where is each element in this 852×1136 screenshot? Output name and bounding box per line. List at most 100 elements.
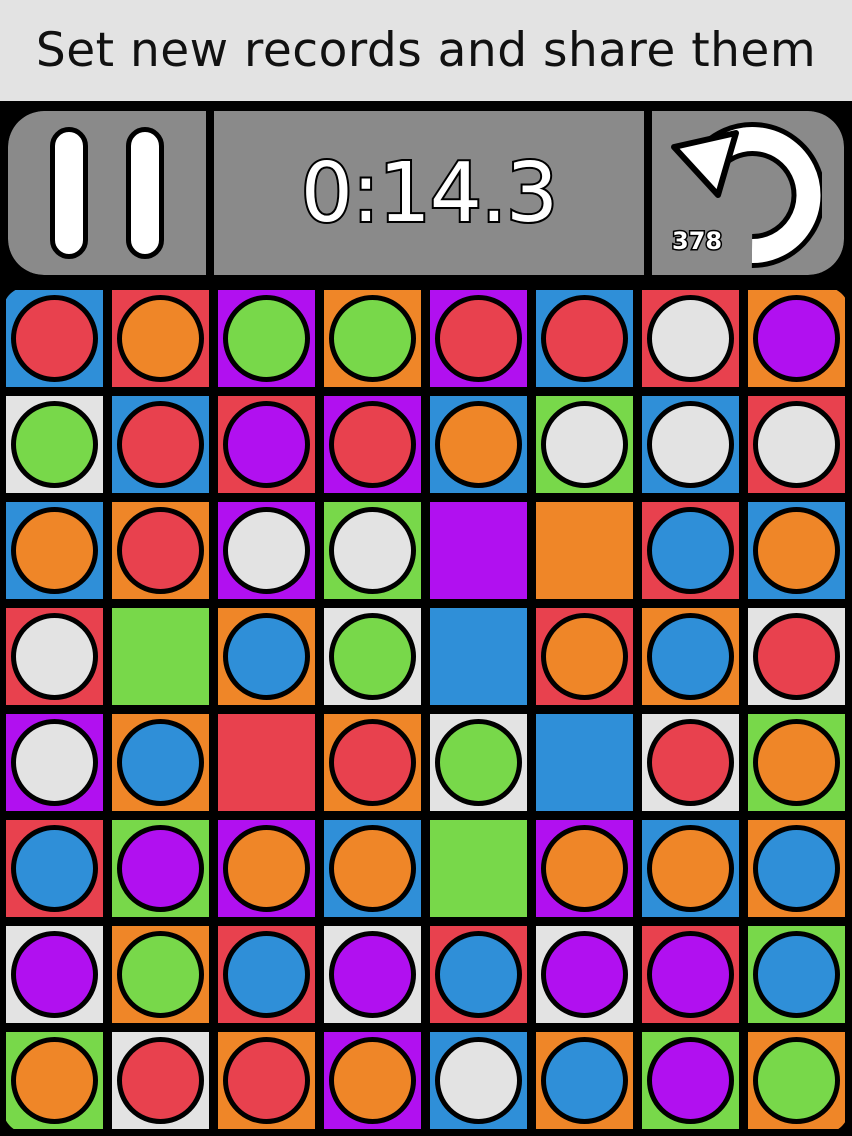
board-cell[interactable] <box>748 608 845 705</box>
orb-piece[interactable] <box>435 719 522 806</box>
orb-piece[interactable] <box>11 613 98 700</box>
orb-piece[interactable] <box>329 931 416 1018</box>
board-cell[interactable] <box>748 1032 845 1129</box>
orb-piece[interactable] <box>647 295 734 382</box>
board-cell[interactable] <box>112 396 209 493</box>
orb-piece[interactable] <box>117 719 204 806</box>
pause-button[interactable] <box>8 111 206 275</box>
orb-piece[interactable] <box>223 507 310 594</box>
board-cell[interactable] <box>748 820 845 917</box>
undo-button[interactable]: 378 <box>652 111 844 275</box>
board-cell[interactable] <box>6 608 103 705</box>
board-cell[interactable] <box>218 820 315 917</box>
board-cell[interactable] <box>6 714 103 811</box>
orb-piece[interactable] <box>329 613 416 700</box>
orb-piece[interactable] <box>223 931 310 1018</box>
board-cell[interactable] <box>642 820 739 917</box>
orb-piece[interactable] <box>647 719 734 806</box>
orb-piece[interactable] <box>117 825 204 912</box>
board-cell[interactable] <box>6 502 103 599</box>
board-cell[interactable] <box>748 502 845 599</box>
orb-piece[interactable] <box>11 825 98 912</box>
board-cell[interactable] <box>430 290 527 387</box>
board-cell[interactable] <box>218 608 315 705</box>
board-cell[interactable] <box>218 502 315 599</box>
board-cell[interactable] <box>536 1032 633 1129</box>
orb-piece[interactable] <box>223 1037 310 1124</box>
board-cell[interactable] <box>324 290 421 387</box>
board-cell[interactable] <box>6 820 103 917</box>
board-cell[interactable] <box>6 290 103 387</box>
board-cell[interactable] <box>112 1032 209 1129</box>
orb-piece[interactable] <box>329 295 416 382</box>
board-cell[interactable] <box>112 502 209 599</box>
orb-piece[interactable] <box>753 931 840 1018</box>
orb-piece[interactable] <box>329 719 416 806</box>
orb-piece[interactable] <box>647 507 734 594</box>
orb-piece[interactable] <box>647 825 734 912</box>
orb-piece[interactable] <box>329 401 416 488</box>
board-cell[interactable] <box>112 820 209 917</box>
orb-piece[interactable] <box>329 825 416 912</box>
board-cell[interactable] <box>642 1032 739 1129</box>
orb-piece[interactable] <box>647 613 734 700</box>
board-cell[interactable] <box>536 502 633 599</box>
board-cell[interactable] <box>218 1032 315 1129</box>
orb-piece[interactable] <box>753 719 840 806</box>
board-cell[interactable] <box>748 714 845 811</box>
orb-piece[interactable] <box>647 401 734 488</box>
board-cell[interactable] <box>324 820 421 917</box>
board-cell[interactable] <box>112 926 209 1023</box>
orb-piece[interactable] <box>753 825 840 912</box>
board-cell[interactable] <box>536 290 633 387</box>
board-cell[interactable] <box>642 396 739 493</box>
orb-piece[interactable] <box>753 1037 840 1124</box>
board-cell[interactable] <box>748 926 845 1023</box>
orb-piece[interactable] <box>117 401 204 488</box>
board-cell[interactable] <box>430 396 527 493</box>
orb-piece[interactable] <box>223 825 310 912</box>
board-cell[interactable] <box>748 396 845 493</box>
orb-piece[interactable] <box>541 1037 628 1124</box>
orb-piece[interactable] <box>435 931 522 1018</box>
orb-piece[interactable] <box>753 401 840 488</box>
board-cell[interactable] <box>218 714 315 811</box>
board-cell[interactable] <box>642 714 739 811</box>
board-cell[interactable] <box>536 608 633 705</box>
orb-piece[interactable] <box>329 1037 416 1124</box>
board-cell[interactable] <box>324 608 421 705</box>
orb-piece[interactable] <box>117 507 204 594</box>
orb-piece[interactable] <box>11 931 98 1018</box>
orb-piece[interactable] <box>223 613 310 700</box>
board-cell[interactable] <box>642 926 739 1023</box>
board-cell[interactable] <box>430 608 527 705</box>
orb-piece[interactable] <box>11 295 98 382</box>
board-cell[interactable] <box>6 1032 103 1129</box>
board-cell[interactable] <box>642 502 739 599</box>
board-cell[interactable] <box>430 926 527 1023</box>
orb-piece[interactable] <box>117 1037 204 1124</box>
board-cell[interactable] <box>112 290 209 387</box>
orb-piece[interactable] <box>753 507 840 594</box>
board-cell[interactable] <box>430 502 527 599</box>
orb-piece[interactable] <box>435 295 522 382</box>
board-cell[interactable] <box>218 926 315 1023</box>
orb-piece[interactable] <box>541 401 628 488</box>
board-cell[interactable] <box>430 1032 527 1129</box>
orb-piece[interactable] <box>647 931 734 1018</box>
orb-piece[interactable] <box>11 507 98 594</box>
orb-piece[interactable] <box>435 401 522 488</box>
board-cell[interactable] <box>324 502 421 599</box>
board-cell[interactable] <box>430 714 527 811</box>
board-cell[interactable] <box>536 926 633 1023</box>
board-cell[interactable] <box>6 396 103 493</box>
orb-piece[interactable] <box>753 613 840 700</box>
orb-piece[interactable] <box>541 931 628 1018</box>
board-cell[interactable] <box>324 1032 421 1129</box>
board-cell[interactable] <box>6 926 103 1023</box>
orb-piece[interactable] <box>11 401 98 488</box>
orb-piece[interactable] <box>223 295 310 382</box>
game-board[interactable] <box>3 287 849 1133</box>
board-cell[interactable] <box>218 290 315 387</box>
orb-piece[interactable] <box>11 719 98 806</box>
